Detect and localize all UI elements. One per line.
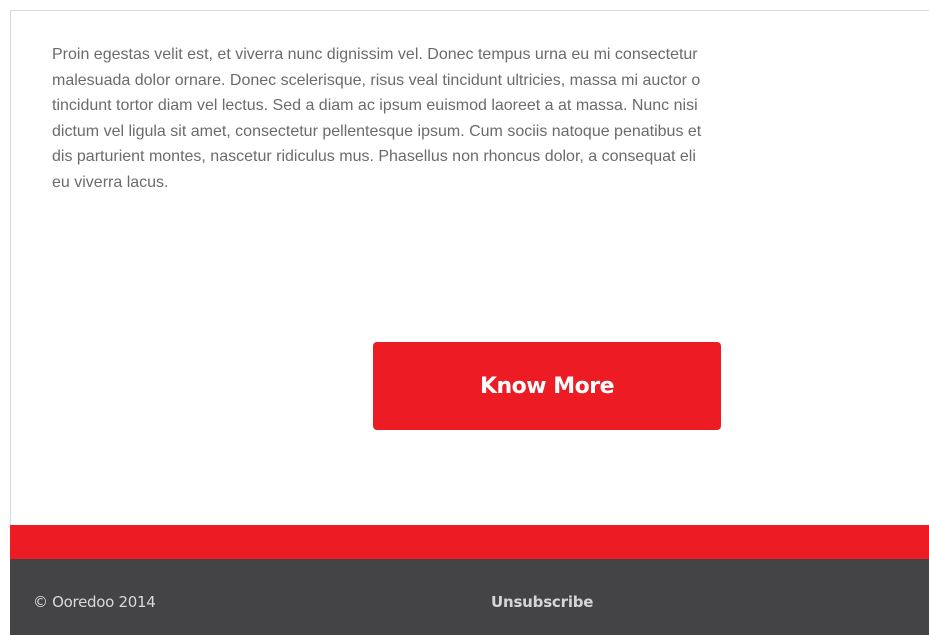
- body-line: dis parturient montes, nascetur ridiculu…: [52, 148, 696, 166]
- body-line: dictum vel ligula sit amet, consectetur …: [52, 122, 702, 140]
- body-line: Proin egestas velit est, et viverra nunc…: [52, 46, 698, 63]
- know-more-button[interactable]: Know More: [373, 342, 721, 430]
- body-line: eu viverra lacus.: [52, 173, 169, 191]
- copyright-text: © Ooredoo 2014: [33, 593, 156, 611]
- body-line: tincidunt tortor diam vel lectus. Sed a …: [52, 97, 698, 115]
- email-footer: © Ooredoo 2014 Unsubscribe: [10, 559, 929, 635]
- email-body-text: Proin egestas velit est, et viverra nunc…: [52, 42, 929, 196]
- footer-accent-band: [10, 525, 929, 559]
- body-line: malesuada dolor ornare. Donec scelerisqu…: [52, 71, 701, 89]
- email-preview: Proin egestas velit est, et viverra nunc…: [0, 0, 929, 635]
- unsubscribe-link[interactable]: Unsubscribe: [491, 593, 593, 611]
